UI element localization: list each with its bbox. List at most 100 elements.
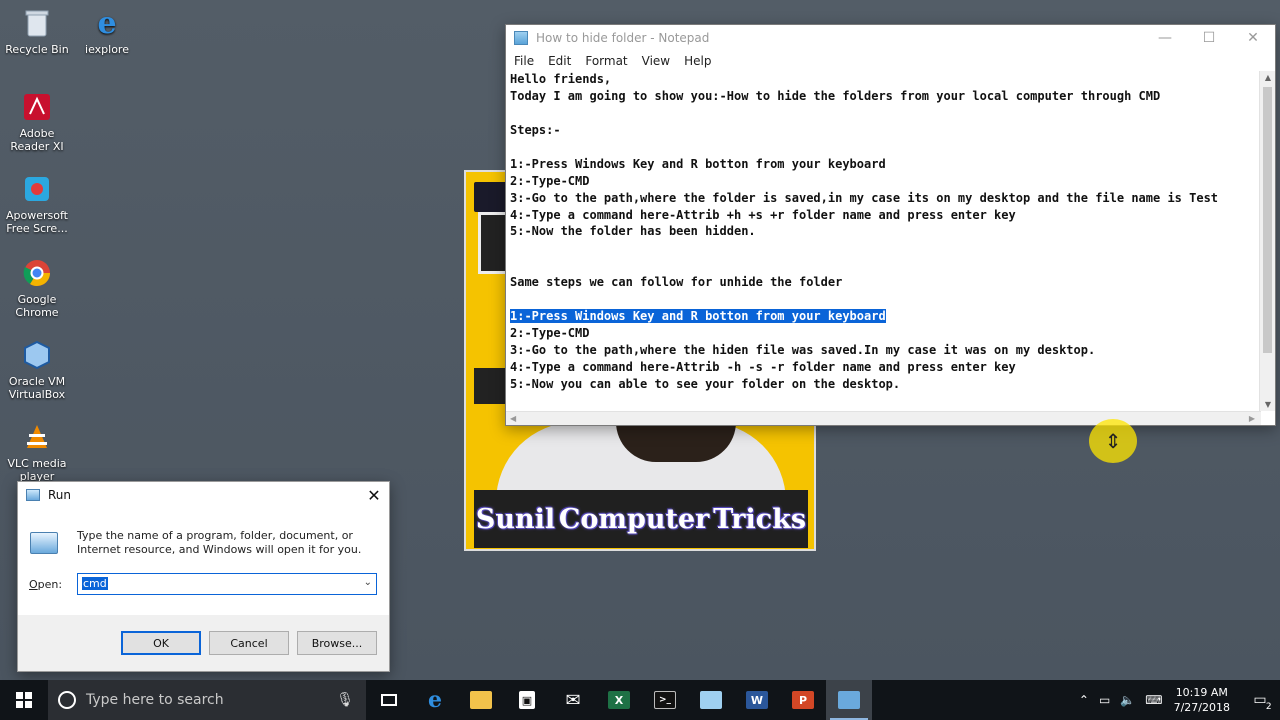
open-input-value[interactable]: cmd <box>82 577 108 590</box>
desktop-icon-adobe-reader[interactable]: Adobe Reader XI <box>0 90 74 153</box>
text-line: 3:-Go to the path,where the hiden file w… <box>510 342 1262 359</box>
notepad-window[interactable]: How to hide folder - Notepad — ☐ ✕ File … <box>505 24 1276 426</box>
menu-view[interactable]: View <box>642 54 670 68</box>
text-line: Today I am going to show you:-How to hid… <box>510 88 1262 105</box>
powerpoint-icon[interactable]: P <box>780 680 826 720</box>
menu-help[interactable]: Help <box>684 54 711 68</box>
text-line-content: Today I am going to show you:-How to hid… <box>510 88 1161 103</box>
volume-icon[interactable]: 🔈 <box>1120 693 1135 707</box>
search-placeholder: Type here to search <box>86 692 224 708</box>
text-line: 2:-Type-CMD <box>510 325 1262 342</box>
chevron-up-icon[interactable]: ⌃ <box>1079 693 1089 707</box>
notification-count: 2 <box>1265 702 1272 712</box>
run-program-icon <box>30 532 58 554</box>
desktop-icon-virtualbox[interactable]: Oracle VM VirtualBox <box>0 338 74 401</box>
internet-explorer-icon: e <box>97 5 117 41</box>
text-line-content: 4:-Type a command here-Attrib -h -s -r f… <box>510 359 1016 374</box>
text-line-content: 5:-Now the folder has been hidden. <box>510 224 756 239</box>
text-line-content: 3:-Go to the path,where the hiden file w… <box>510 343 1096 357</box>
scroll-left-arrow-icon[interactable]: ◀ <box>510 414 516 423</box>
text-line: Hello friends, <box>510 71 1262 88</box>
text-line: 4:-Type a command here-Attrib +h +s +r f… <box>510 207 1262 224</box>
desktop-icon-recycle-bin[interactable]: Recycle Bin <box>0 6 74 56</box>
taskbar-search[interactable]: Type here to search 🎙 <box>48 680 366 720</box>
dialog-title: Run <box>48 488 72 502</box>
menu-file[interactable]: File <box>514 54 534 68</box>
run-icon <box>26 489 40 501</box>
menu-edit[interactable]: Edit <box>548 54 571 68</box>
text-line-content: 1:-Press Windows Key and R botton from y… <box>510 156 886 171</box>
scroll-up-arrow-icon[interactable]: ▲ <box>1260 73 1276 82</box>
notification-center-icon[interactable]: ▭ 2 <box>1240 680 1280 720</box>
cursor-highlight: ⇕ <box>1089 419 1137 463</box>
text-line-content: Steps:- <box>510 122 561 137</box>
menu-format[interactable]: Format <box>585 54 627 68</box>
mail-icon[interactable]: ✉ <box>550 680 596 720</box>
start-button[interactable] <box>0 680 48 720</box>
text-cursor-icon: ⇕ <box>1104 429 1122 453</box>
run-icon[interactable] <box>826 680 872 720</box>
text-line: 1:-Press Windows Key and R botton from y… <box>510 308 1262 325</box>
close-button[interactable]: ✕ <box>1231 30 1275 46</box>
excel-icon[interactable]: X <box>596 680 642 720</box>
photo-thumbnail <box>474 368 508 404</box>
text-line-content: 3:-Go to the path,where the folder is sa… <box>510 190 1219 205</box>
text-line: 3:-Go to the path,where the folder is sa… <box>510 190 1262 207</box>
chrome-icon <box>20 256 54 290</box>
run-description: Type the name of a program, folder, docu… <box>77 529 362 556</box>
banner-word: Sunil <box>475 503 556 535</box>
file-explorer-icon[interactable] <box>458 680 504 720</box>
run-body: Type the name of a program, folder, docu… <box>18 508 389 616</box>
windows-logo-icon <box>16 692 32 708</box>
cortana-icon <box>58 691 76 709</box>
text-line-content: 2:-Type-CMD <box>510 326 590 341</box>
maximize-button[interactable]: ☐ <box>1187 30 1231 46</box>
word-icon[interactable]: W <box>734 680 780 720</box>
microphone-icon[interactable]: 🎙 <box>336 692 354 708</box>
taskbar: Type here to search 🎙 e ▣ ✉ X >_ W P ⌃ ▭… <box>0 680 1280 720</box>
desktop-icon-chrome[interactable]: Google Chrome <box>0 256 74 319</box>
open-input[interactable]: cmd ⌄ <box>77 573 377 595</box>
vlc-icon <box>20 420 54 454</box>
notepad-titlebar[interactable]: How to hide folder - Notepad — ☐ ✕ <box>506 25 1275 51</box>
desktop-icon-vlc[interactable]: VLC media player <box>0 420 74 483</box>
cmd-icon[interactable]: >_ <box>642 680 688 720</box>
clock-date: 7/27/2018 <box>1173 701 1230 714</box>
apowersoft-icon <box>20 172 54 206</box>
clock[interactable]: 10:19 AM 7/27/2018 <box>1174 685 1230 715</box>
ok-button[interactable]: OK <box>121 631 201 655</box>
desktop-icon-apowersoft[interactable]: Apowersoft Free Scre... <box>0 172 74 235</box>
virtualbox-icon <box>20 338 54 372</box>
banner-word: Computer <box>558 503 710 535</box>
scroll-thumb[interactable] <box>1263 87 1272 353</box>
text-line: Same steps we can follow for unhide the … <box>510 274 1262 291</box>
text-line-content: 5:-Now you can able to see your folder o… <box>510 376 901 391</box>
vertical-scrollbar[interactable]: ▲ ▼ <box>1259 71 1275 411</box>
browse-button[interactable]: Browse... <box>297 631 377 655</box>
minimize-button[interactable]: — <box>1143 30 1187 46</box>
cancel-button[interactable]: Cancel <box>209 631 289 655</box>
open-label: Open: <box>29 578 63 591</box>
text-line-content: 1:-Press Windows Key and R botton from y… <box>510 309 886 324</box>
channel-banner: Sunil Computer Tricks <box>474 490 808 548</box>
scroll-down-arrow-icon[interactable]: ▼ <box>1260 400 1276 409</box>
window-title: How to hide folder - Notepad <box>536 31 710 45</box>
network-icon[interactable]: ▭ <box>1099 693 1110 707</box>
run-titlebar[interactable]: Run ✕ <box>18 482 389 508</box>
keyboard-icon[interactable]: ⌨ <box>1145 693 1162 707</box>
text-editor-area[interactable]: Hello friends, Today I am going to show y… <box>510 71 1262 411</box>
task-view-icon[interactable] <box>366 680 412 720</box>
desktop-icon-iexplore[interactable]: e iexplore <box>70 6 144 56</box>
text-line: 4:-Type a command here-Attrib -h -s -r f… <box>510 359 1262 376</box>
chevron-down-icon[interactable]: ⌄ <box>364 577 372 588</box>
menu-bar: File Edit Format View Help <box>506 51 1275 71</box>
system-tray: ⌃ ▭ 🔈 ⌨ 10:19 AM 7/27/2018 ▭ 2 <box>1074 680 1280 720</box>
store-icon[interactable]: ▣ <box>504 680 550 720</box>
edge-icon[interactable]: e <box>412 680 458 720</box>
scroll-right-arrow-icon[interactable]: ▶ <box>1249 414 1255 423</box>
banner-word: Tricks <box>713 503 807 535</box>
horizontal-scrollbar[interactable]: ◀ ▶ <box>506 411 1261 425</box>
close-button[interactable]: ✕ <box>359 486 389 505</box>
text-line <box>510 105 1262 122</box>
notepad-icon[interactable] <box>688 680 734 720</box>
